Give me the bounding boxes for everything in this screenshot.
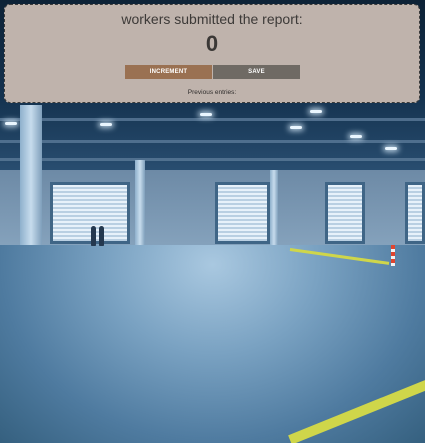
support-pillar bbox=[20, 105, 42, 265]
loading-dock-door bbox=[325, 182, 365, 244]
ceiling-light bbox=[100, 123, 112, 126]
ceiling-light bbox=[5, 122, 17, 125]
support-pillar bbox=[135, 160, 145, 250]
ceiling-beam bbox=[0, 158, 425, 161]
loading-dock-door bbox=[405, 182, 425, 244]
ceiling-light bbox=[200, 113, 212, 116]
panel-title: workers submitted the report: bbox=[121, 11, 303, 27]
ceiling-light bbox=[310, 110, 322, 113]
ceiling-light bbox=[290, 126, 302, 129]
report-count: 0 bbox=[205, 31, 219, 56]
support-pillar bbox=[270, 170, 278, 245]
worker-figure bbox=[91, 226, 96, 246]
loading-dock-door bbox=[215, 182, 270, 244]
ceiling-light bbox=[385, 147, 397, 150]
ceiling-beam bbox=[0, 140, 425, 143]
previous-entries-label: Previous entries: bbox=[187, 89, 237, 96]
ceiling-light bbox=[350, 135, 362, 138]
save-button[interactable]: SAVE bbox=[213, 65, 300, 79]
increment-button[interactable]: INCREMENT bbox=[125, 65, 212, 79]
ceiling-beam bbox=[0, 118, 425, 121]
traffic-cone-icon bbox=[391, 245, 395, 266]
worker-figure bbox=[99, 226, 104, 246]
report-panel: workers submitted the report: 0 INCREMEN… bbox=[4, 4, 420, 103]
loading-dock-door bbox=[50, 182, 130, 244]
